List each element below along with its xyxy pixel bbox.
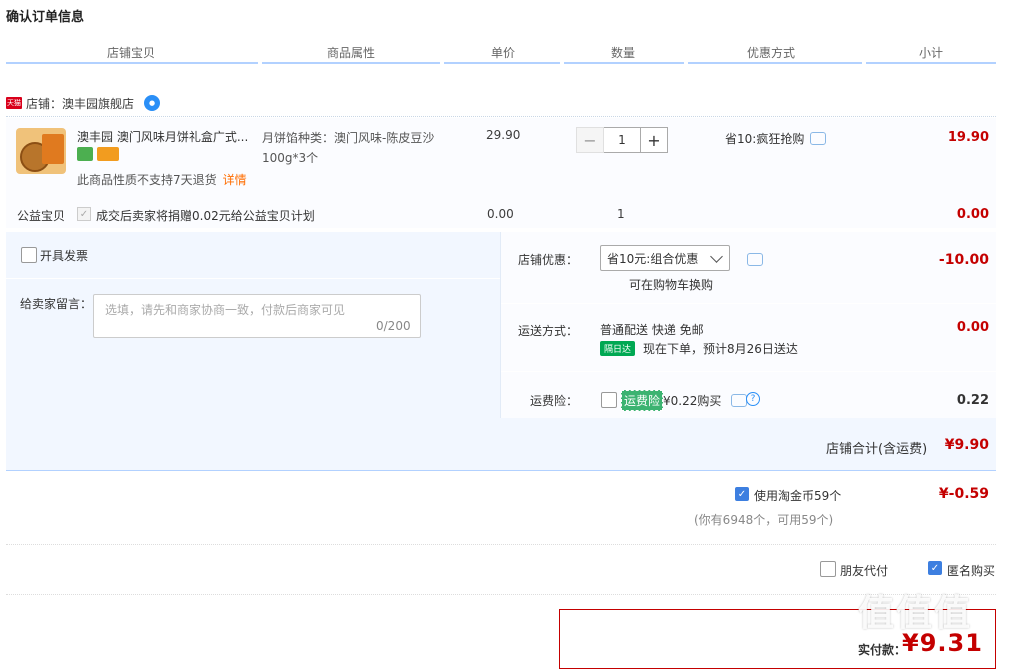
tmall-icon: 天猫 [6,97,22,109]
quantity-stepper: − 1 + [576,127,668,153]
insurance-label: 运费险： [529,394,578,408]
header-underline [866,62,996,64]
next-day-delivery: 隔日达 现在下单，预计8月26日送达 [600,341,798,356]
divider [6,594,996,595]
product-thumbnail[interactable] [16,128,66,174]
page-title: 确认订单信息 [6,10,85,25]
qty-decrease-button[interactable]: − [576,127,604,153]
help-icon[interactable]: ? [746,392,760,406]
shop-discount-value: -10.00 [938,252,989,268]
comment-icon[interactable] [731,394,747,407]
header-underline [6,62,258,64]
detail-link[interactable]: 详情 [223,173,247,187]
qty-increase-button[interactable]: + [640,127,668,153]
shop-bar: 天猫 店铺：澳丰园旗舰店 ● [6,94,161,112]
giftbox-image [42,134,64,164]
attr-spec: 100g*3个 [262,151,319,165]
coins-note: (你有6948个，可用59个) [694,513,834,527]
message-char-count: 0/200 [376,319,411,333]
shop-name[interactable]: 店铺：澳丰园旗舰店 [26,95,134,112]
promotion-text: 省10:疯狂抢购 [725,132,805,146]
attr-filling: 月饼馅种类：澳门风味-陈皮豆沙 [262,131,435,145]
anonymous-label[interactable]: 匿名购买 [947,562,995,579]
comment-icon[interactable] [747,253,763,266]
coins-discount-value: ¥-0.59 [938,486,989,502]
next-day-tag: 隔日达 [600,341,636,356]
product-attributes: 月饼馅种类：澳门风味-陈皮豆沙 100g*3个 [262,128,434,168]
insurance-price: ¥0.22购买 [663,394,722,408]
friend-pay-label[interactable]: 朋友代付 [840,562,888,579]
header-underline [444,62,560,64]
item-subtotal: 19.90 [947,130,989,145]
insurance-tag: 运费险 [621,390,664,411]
payment-label: 实付款： [858,643,907,657]
divider [6,278,500,279]
column-header-discount: 优惠方式 [746,46,795,60]
chevron-down-icon [710,250,723,263]
redeem-in-cart-text: 可在购物车换购 [629,278,714,292]
divider [501,303,996,304]
column-header-row: 店铺宝贝 商品属性 单价 数量 优惠方式 小计 [6,44,996,62]
guarantee-badge-icon[interactable] [77,147,93,161]
insurance-value: 0.22 [956,393,989,408]
unit-price: 29.90 [486,128,521,142]
anonymous-checkbox[interactable]: ✓ [928,561,942,575]
column-header-shop-item: 店铺宝贝 [106,46,155,60]
shop-discount-select[interactable]: 省10元:组合优惠 [600,245,730,271]
column-header-unit-price: 单价 [490,46,515,60]
shipping-fee: 0.00 [956,320,989,335]
column-header-subtotal: 小计 [918,46,943,60]
shop-discount-label: 店铺优惠： [517,253,578,267]
invoice-checkbox[interactable] [21,247,37,263]
delivery-eta: 现在下单，预计8月26日送达 [643,342,798,356]
header-underline [564,62,684,64]
header-underline [262,62,440,64]
product-name-link[interactable]: 澳丰园 澳门风味月饼礼盒广式... [77,128,252,145]
credit-card-badge-icon[interactable] [97,147,119,161]
seller-message-placeholder: 选填，请先和商家协商一致，付款后商家可见 [105,303,346,317]
shop-total-label: 店铺合计(含运费) [826,442,928,457]
use-coins-checkbox[interactable]: ✓ [735,487,749,501]
charity-subtotal: 0.00 [956,207,989,222]
column-header-quantity: 数量 [610,46,635,60]
charity-label: 公益宝贝 [17,209,66,223]
no-refund-notice: 此商品性质不支持7天退货 详情 [77,171,247,188]
insurance-checkbox[interactable] [601,392,617,408]
divider [6,116,996,117]
divider [501,371,996,372]
column-header-attributes: 商品属性 [326,46,375,60]
divider [6,544,996,545]
seller-message-label: 给卖家留言： [20,297,93,311]
shop-total-value: ¥9.90 [944,437,989,453]
charity-text: 成交后卖家将捐赠0.02元给公益宝贝计划 [96,209,315,223]
qty-input[interactable]: 1 [604,127,640,153]
shipping-label: 运送方式： [517,324,578,338]
invoice-label[interactable]: 开具发票 [40,247,88,264]
use-coins-label[interactable]: 使用淘金币59个 [754,487,841,504]
charity-checkbox: ✓ [77,207,91,221]
charity-quantity: 1 [617,207,625,221]
watermark-logo: 值值值 [858,593,973,634]
header-underline [688,62,862,64]
charity-price: 0.00 [487,207,514,221]
shop-discount-selected: 省10元:组合优惠 [607,251,699,266]
item-promotion: 省10:疯狂抢购 [725,130,827,147]
wangwang-chat-icon[interactable]: ● [144,95,161,111]
comment-icon[interactable] [810,132,827,145]
no-refund-text: 此商品性质不支持7天退货 [77,173,217,187]
shipping-method: 普通配送 快递 免邮 [600,323,704,337]
friend-pay-checkbox[interactable] [820,561,836,577]
